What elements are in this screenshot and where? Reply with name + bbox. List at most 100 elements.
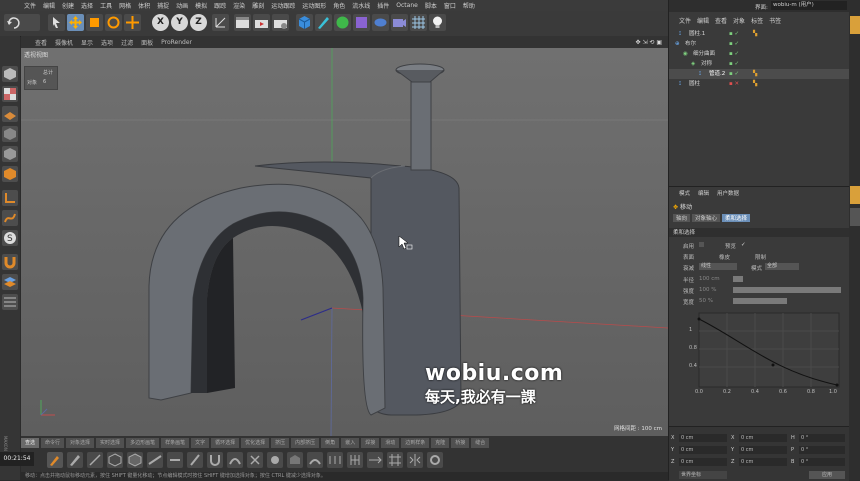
- axis-mode-button[interactable]: [2, 190, 18, 206]
- tool-button[interactable]: [247, 452, 263, 468]
- width-value[interactable]: 50 %: [699, 298, 713, 304]
- menu-item[interactable]: 帮助: [463, 1, 475, 10]
- coordinate-system-button[interactable]: [212, 14, 229, 31]
- render-picture-viewer-button[interactable]: [253, 14, 270, 31]
- camera-button[interactable]: [391, 14, 408, 31]
- spline-pen-button[interactable]: [315, 14, 332, 31]
- position-y-input[interactable]: 0 cm: [679, 446, 727, 454]
- bottom-tab[interactable]: 文字: [191, 438, 210, 448]
- points-mode-button[interactable]: [2, 126, 18, 142]
- live-select-tool[interactable]: [47, 452, 63, 468]
- snap-button[interactable]: S: [2, 230, 18, 246]
- menu-item[interactable]: 工具: [100, 1, 112, 10]
- om-menu-item[interactable]: 编辑: [697, 16, 709, 25]
- tool-button[interactable]: [127, 452, 143, 468]
- bottom-tab[interactable]: 边到样条: [401, 438, 430, 448]
- rotate-tool-button[interactable]: [105, 14, 122, 31]
- rotation-p-input[interactable]: 0 °: [799, 446, 845, 454]
- menu-item[interactable]: 插件: [377, 1, 389, 10]
- bottom-tab[interactable]: 桥接: [451, 438, 470, 448]
- bottom-tab[interactable]: 滑动: [381, 438, 400, 448]
- tool-button[interactable]: [427, 452, 443, 468]
- preview-checkbox[interactable]: ✓: [741, 242, 746, 248]
- bottom-tab[interactable]: 优化选择: [241, 438, 270, 448]
- undo-button[interactable]: [4, 14, 40, 31]
- om-menu-item[interactable]: 对象: [733, 16, 745, 25]
- tool-button[interactable]: [367, 452, 383, 468]
- texture-mode-button[interactable]: [2, 86, 18, 102]
- render-settings-button[interactable]: [272, 14, 289, 31]
- attr-tab[interactable]: 轴向: [673, 214, 691, 222]
- grid-floor-button[interactable]: [410, 14, 427, 31]
- om-menu-item[interactable]: 标签: [751, 16, 763, 25]
- menu-item[interactable]: 选择: [81, 1, 93, 10]
- menu-item[interactable]: 窗口: [444, 1, 456, 10]
- menu-item[interactable]: 跟踪: [214, 1, 226, 10]
- tool-button[interactable]: [307, 452, 323, 468]
- y-axis-lock-button[interactable]: Y: [171, 14, 188, 31]
- object-row[interactable]: ◉ 细分曲面 ▪ ✓: [669, 49, 849, 59]
- viewport-menu-item[interactable]: 选项: [101, 38, 113, 47]
- deformer-button[interactable]: [353, 14, 370, 31]
- strength-slider[interactable]: [733, 287, 841, 293]
- object-row[interactable]: ◈ 对称 ▪ ✓: [669, 59, 849, 69]
- menu-item[interactable]: 脚本: [425, 1, 437, 10]
- menu-item[interactable]: 雕刻: [252, 1, 264, 10]
- menu-item[interactable]: 角色: [333, 1, 345, 10]
- bottom-tab[interactable]: 实时选择: [96, 438, 125, 448]
- apply-button[interactable]: 应用: [809, 471, 845, 479]
- radius-slider[interactable]: [733, 276, 743, 282]
- viewport-menu-item[interactable]: 显示: [81, 38, 93, 47]
- tool-button[interactable]: [287, 452, 303, 468]
- size-x-input[interactable]: 0 cm: [739, 434, 787, 442]
- menu-item[interactable]: 渲染: [233, 1, 245, 10]
- viewport-menu-item[interactable]: 过滤: [121, 38, 133, 47]
- side-tab-attributes[interactable]: [850, 186, 860, 204]
- interface-layout-select[interactable]: wobiu-m (用户): [771, 1, 847, 10]
- attr-menu-item[interactable]: 用户数据: [717, 189, 739, 197]
- environment-button[interactable]: [372, 14, 389, 31]
- tool-button[interactable]: [227, 452, 243, 468]
- object-row[interactable]: ⊕ 布尔 ▪ ✓: [669, 39, 849, 49]
- tool-button[interactable]: [387, 452, 403, 468]
- bottom-tab[interactable]: 多边形画笔: [126, 438, 160, 448]
- viewport-menu-item[interactable]: 摄像机: [55, 38, 73, 47]
- object-row[interactable]: ⟟ 圆柱.1 ▪ ✓ ▚: [669, 29, 849, 39]
- lock-button[interactable]: [2, 294, 18, 310]
- tool-button[interactable]: [167, 452, 183, 468]
- bottom-tab[interactable]: 内部挤压: [291, 438, 320, 448]
- enable-checkbox[interactable]: [699, 242, 704, 247]
- falloff-select[interactable]: 线性: [699, 263, 737, 270]
- bottom-tab[interactable]: 嵌入: [341, 438, 360, 448]
- bottom-tab[interactable]: 倒角: [321, 438, 340, 448]
- scale-tool-button[interactable]: [86, 14, 103, 31]
- side-tab-objects[interactable]: [850, 16, 860, 34]
- attr-menu-item[interactable]: 编辑: [698, 189, 709, 197]
- menu-item[interactable]: 模拟: [195, 1, 207, 10]
- menu-item[interactable]: 动画: [176, 1, 188, 10]
- edges-mode-button[interactable]: [2, 146, 18, 162]
- menu-item[interactable]: 运动图形: [302, 1, 326, 10]
- tool-button[interactable]: [347, 452, 363, 468]
- radius-value[interactable]: 100 cm: [699, 276, 720, 282]
- bottom-tab[interactable]: 挤压: [271, 438, 290, 448]
- position-x-input[interactable]: 0 cm: [679, 434, 727, 442]
- om-menu-item[interactable]: 文件: [679, 16, 691, 25]
- magnet-button[interactable]: [2, 254, 18, 270]
- mode-select[interactable]: 全部: [765, 263, 799, 270]
- rotation-b-input[interactable]: 0 °: [799, 458, 845, 466]
- bottom-tab[interactable]: 命令行: [41, 438, 65, 448]
- bottom-tab[interactable]: 样条画笔: [161, 438, 190, 448]
- side-tab-layers[interactable]: [850, 208, 860, 226]
- size-z-input[interactable]: 0 cm: [739, 458, 787, 466]
- tool-button[interactable]: [147, 452, 163, 468]
- select-tool-button[interactable]: [48, 14, 65, 31]
- om-menu-item[interactable]: 书签: [769, 16, 781, 25]
- attr-menu-item[interactable]: 模式: [679, 189, 690, 197]
- model-mode-button[interactable]: [2, 66, 18, 82]
- menu-item[interactable]: 编辑: [43, 1, 55, 10]
- tool-button[interactable]: [407, 452, 423, 468]
- x-axis-lock-button[interactable]: X: [152, 14, 169, 31]
- light-button[interactable]: [429, 14, 446, 31]
- menu-item[interactable]: Octane: [396, 2, 418, 9]
